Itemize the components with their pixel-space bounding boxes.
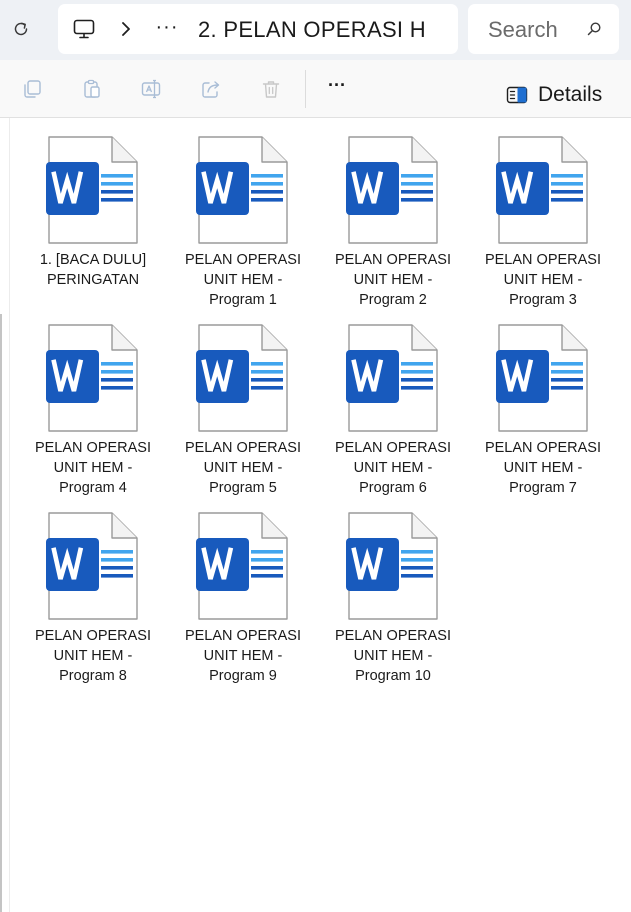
file-name-label: PELAN OPERASI UNIT HEM - Program 9	[178, 626, 308, 686]
file-item[interactable]: 1. [BACA DULU] PERINGATAN	[28, 136, 158, 316]
file-name-line: Program 3	[509, 292, 577, 308]
address-box[interactable]: ··· 2. PELAN OPERASI HEM	[58, 4, 458, 54]
refresh-button[interactable]	[6, 12, 36, 46]
paste-icon	[84, 79, 100, 98]
copy-icon	[24, 80, 41, 98]
copy-button[interactable]	[20, 77, 44, 101]
this-pc-icon[interactable]	[72, 17, 96, 41]
file-name-line: Program 1	[209, 292, 277, 308]
search-icon	[587, 22, 601, 36]
command-toolbar: ··· Details	[0, 60, 631, 118]
search-input[interactable]: Search	[468, 4, 619, 54]
file-item[interactable]: PELAN OPERASI UNIT HEM - Program 1	[178, 136, 308, 316]
file-name-label: PELAN OPERASI UNIT HEM - Program 5	[178, 438, 308, 498]
file-name-label: PELAN OPERASI UNIT HEM - Program 7	[478, 438, 608, 498]
file-name-label: 1. [BACA DULU] PERINGATAN	[28, 250, 158, 290]
trash-icon	[262, 81, 280, 98]
file-name-line: PELAN OPERASI	[334, 628, 452, 644]
breadcrumb-overflow-button[interactable]: ···	[154, 12, 180, 42]
breadcrumb-current-folder[interactable]: 2. PELAN OPERASI HEM	[198, 16, 424, 44]
file-name-line: UNIT HEM -	[503, 272, 583, 288]
file-name-line: UNIT HEM -	[203, 460, 283, 476]
file-name-line: UNIT HEM -	[53, 460, 133, 476]
file-name-line: PERINGATAN	[46, 272, 140, 288]
details-pane-button[interactable]: Details	[506, 80, 602, 110]
file-name-line: PELAN OPERASI	[184, 252, 302, 268]
file-item[interactable]: PELAN OPERASI UNIT HEM - Program 8	[28, 512, 158, 692]
word-document-icon	[343, 324, 439, 432]
file-item[interactable]: PELAN OPERASI UNIT HEM - Program 4	[28, 324, 158, 504]
file-explorer-window: ··· 2. PELAN OPERASI HEM Search	[0, 0, 631, 912]
word-document-icon	[193, 324, 289, 432]
file-name-line: PELAN OPERASI	[184, 628, 302, 644]
rename-icon	[141, 79, 161, 99]
file-name-label: PELAN OPERASI UNIT HEM - Program 8	[28, 626, 158, 686]
word-document-icon	[343, 512, 439, 620]
paste-button[interactable]	[80, 77, 104, 101]
file-name-label: PELAN OPERASI UNIT HEM - Program 1	[178, 250, 308, 310]
file-list-pane: 1. [BACA DULU] PERINGATAN PELAN OPERASI UNI…	[0, 118, 631, 912]
file-name-line: UNIT HEM -	[203, 648, 283, 664]
file-item[interactable]: PELAN OPERASI UNIT HEM - Program 9	[178, 512, 308, 692]
file-name-line: UNIT HEM -	[353, 272, 433, 288]
file-name-label: PELAN OPERASI UNIT HEM - Program 3	[478, 250, 608, 310]
toolbar-divider	[305, 70, 306, 108]
delete-button[interactable]	[259, 77, 283, 101]
file-name-line: UNIT HEM -	[203, 272, 283, 288]
file-name-line: Program 9	[209, 668, 277, 684]
word-document-icon	[43, 136, 139, 244]
file-name-line: PELAN OPERASI	[34, 440, 152, 456]
file-name-line: Program 10	[355, 668, 431, 684]
file-name-line: PELAN OPERASI	[334, 440, 452, 456]
chevron-right-icon[interactable]	[116, 18, 136, 40]
file-item[interactable]: PELAN OPERASI UNIT HEM - Program 7	[478, 324, 608, 504]
file-name-line: UNIT HEM -	[53, 648, 133, 664]
file-name-line: Program 8	[59, 668, 127, 684]
file-name-line: PELAN OPERASI	[184, 440, 302, 456]
file-name-line: Program 7	[509, 480, 577, 496]
share-icon	[202, 81, 220, 98]
more-options-button[interactable]: ···	[322, 74, 352, 98]
file-name-line: Program 4	[59, 480, 127, 496]
word-document-icon	[193, 512, 289, 620]
file-name-line: PELAN OPERASI	[334, 252, 452, 268]
file-name-label: PELAN OPERASI UNIT HEM - Program 10	[328, 626, 458, 686]
file-item[interactable]: PELAN OPERASI UNIT HEM - Program 2	[328, 136, 458, 316]
word-document-icon	[43, 512, 139, 620]
file-name-label: PELAN OPERASI UNIT HEM - Program 2	[328, 250, 458, 310]
rename-button[interactable]	[139, 77, 163, 101]
word-document-icon	[493, 136, 589, 244]
details-pane-icon	[506, 86, 528, 104]
file-name-line: 1. [BACA DULU]	[39, 252, 147, 268]
file-item[interactable]: PELAN OPERASI UNIT HEM - Program 10	[328, 512, 458, 692]
file-name-label: PELAN OPERASI UNIT HEM - Program 4	[28, 438, 158, 498]
file-name-line: PELAN OPERASI	[484, 252, 602, 268]
file-name-line: Program 6	[359, 480, 427, 496]
navigation-pane-divider	[9, 118, 10, 912]
file-item[interactable]: PELAN OPERASI UNIT HEM - Program 6	[328, 324, 458, 504]
file-name-line: UNIT HEM -	[353, 460, 433, 476]
share-button[interactable]	[199, 77, 223, 101]
file-item[interactable]: PELAN OPERASI UNIT HEM - Program 5	[178, 324, 308, 504]
file-name-line: UNIT HEM -	[353, 648, 433, 664]
word-document-icon	[193, 136, 289, 244]
file-name-line: PELAN OPERASI	[484, 440, 602, 456]
word-document-icon	[343, 136, 439, 244]
file-name-line: PELAN OPERASI	[34, 628, 152, 644]
navigation-pane-edge	[0, 314, 2, 912]
details-label: Details	[538, 83, 603, 106]
refresh-icon	[14, 22, 28, 36]
address-bar-row: ··· 2. PELAN OPERASI HEM Search	[0, 0, 631, 60]
file-name-line: UNIT HEM -	[503, 460, 583, 476]
word-document-icon	[43, 324, 139, 432]
search-placeholder: Search	[488, 17, 558, 42]
file-item[interactable]: PELAN OPERASI UNIT HEM - Program 3	[478, 136, 608, 316]
word-document-icon	[493, 324, 589, 432]
file-name-line: Program 5	[209, 480, 277, 496]
file-name-line: Program 2	[359, 292, 427, 308]
file-name-label: PELAN OPERASI UNIT HEM - Program 6	[328, 438, 458, 498]
